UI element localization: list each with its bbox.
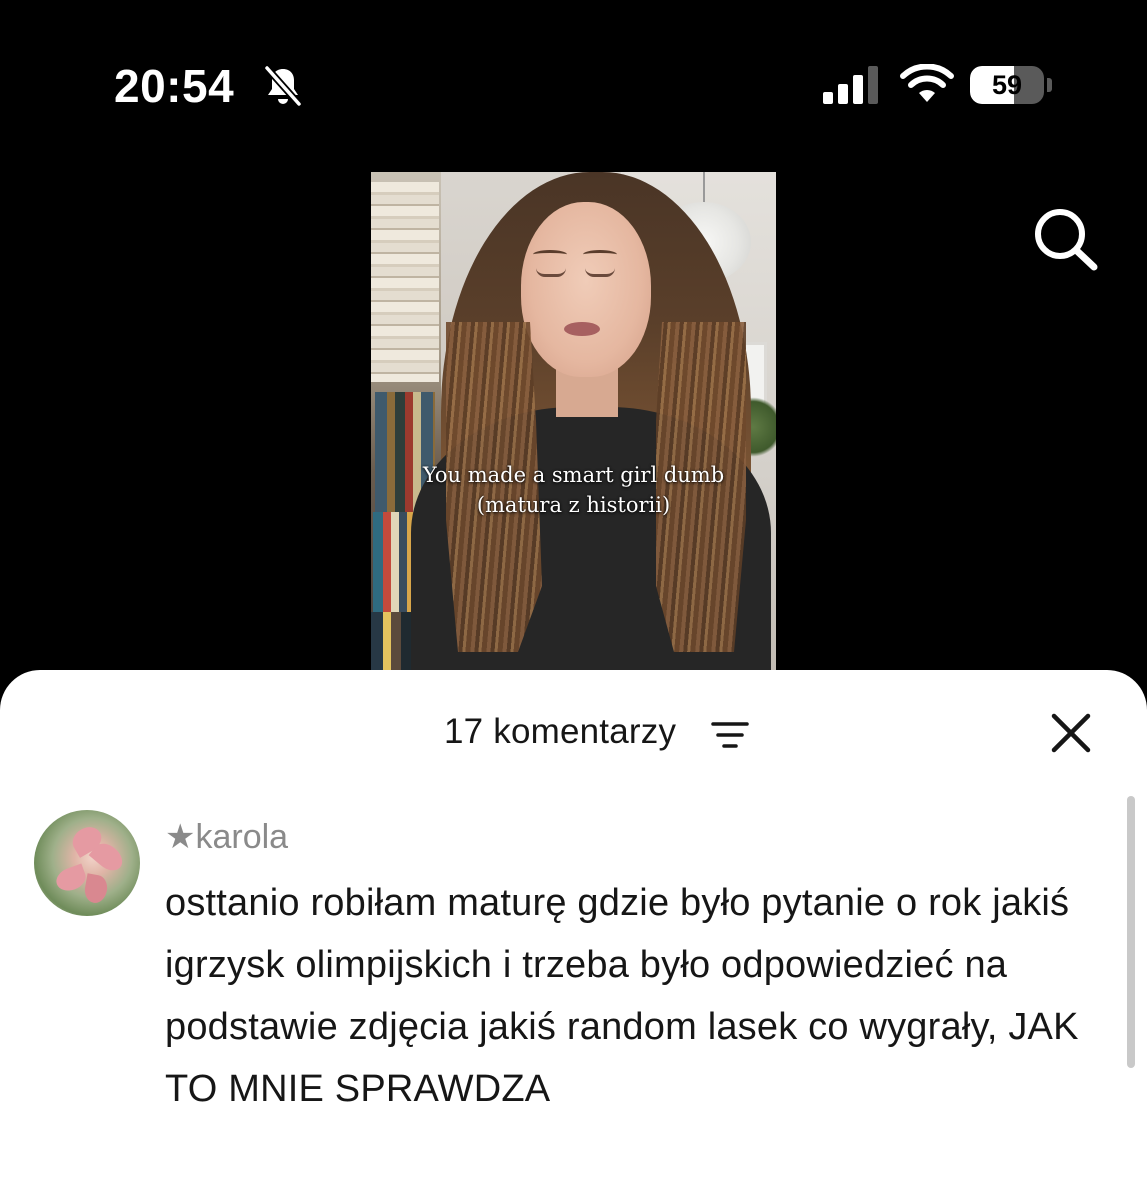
wifi-icon xyxy=(900,64,954,102)
sort-filter-icon[interactable] xyxy=(710,720,750,750)
video-person-brow-left xyxy=(533,250,567,259)
cellular-signal-icon xyxy=(823,66,878,104)
video-caption-overlay: You made a smart girl dumb (matura z his… xyxy=(371,460,776,520)
avatar-flower-petal xyxy=(53,863,89,895)
video-person-brow-right xyxy=(583,250,617,259)
video-person-mouth xyxy=(564,322,600,336)
avatar-flower-petal xyxy=(82,873,110,905)
video-lamp-cord xyxy=(703,172,705,204)
search-icon[interactable] xyxy=(1030,206,1100,272)
screen: 20:54 59 You made a smart girl dumb (mat… xyxy=(0,0,1147,1200)
battery-cap xyxy=(1047,78,1052,92)
close-icon[interactable] xyxy=(1046,708,1096,758)
video-caption-line1: You made a smart girl dumb xyxy=(422,463,725,487)
comments-header: 17 komentarzy xyxy=(0,670,1147,790)
video-caption-line2: (matura z historii) xyxy=(476,493,671,517)
battery-icon: 59 xyxy=(970,66,1052,104)
video-person-eye-left xyxy=(536,268,566,277)
video-books-top xyxy=(371,182,439,382)
video-person-face xyxy=(521,202,651,377)
battery-body: 59 xyxy=(970,66,1044,104)
status-time: 20:54 xyxy=(114,60,235,112)
comment-username[interactable]: ★karola xyxy=(165,816,288,858)
video-person-eye-right xyxy=(585,268,615,277)
comments-count-title: 17 komentarzy xyxy=(444,712,677,751)
video-player[interactable]: You made a smart girl dumb (matura z his… xyxy=(371,172,776,672)
battery-percent: 59 xyxy=(991,70,1023,100)
comment-text: osttanio robiłam maturę gdzie było pytan… xyxy=(165,882,1079,1110)
comment-item: ★karola osttanio robiłam maturę gdzie by… xyxy=(0,790,1147,1200)
status-bar: 20:54 59 xyxy=(0,0,1147,160)
bell-slash-icon xyxy=(263,64,303,108)
comments-sheet: 17 komentarzy ★karola osttanio robiłam m… xyxy=(0,670,1147,1200)
avatar[interactable] xyxy=(34,810,140,916)
